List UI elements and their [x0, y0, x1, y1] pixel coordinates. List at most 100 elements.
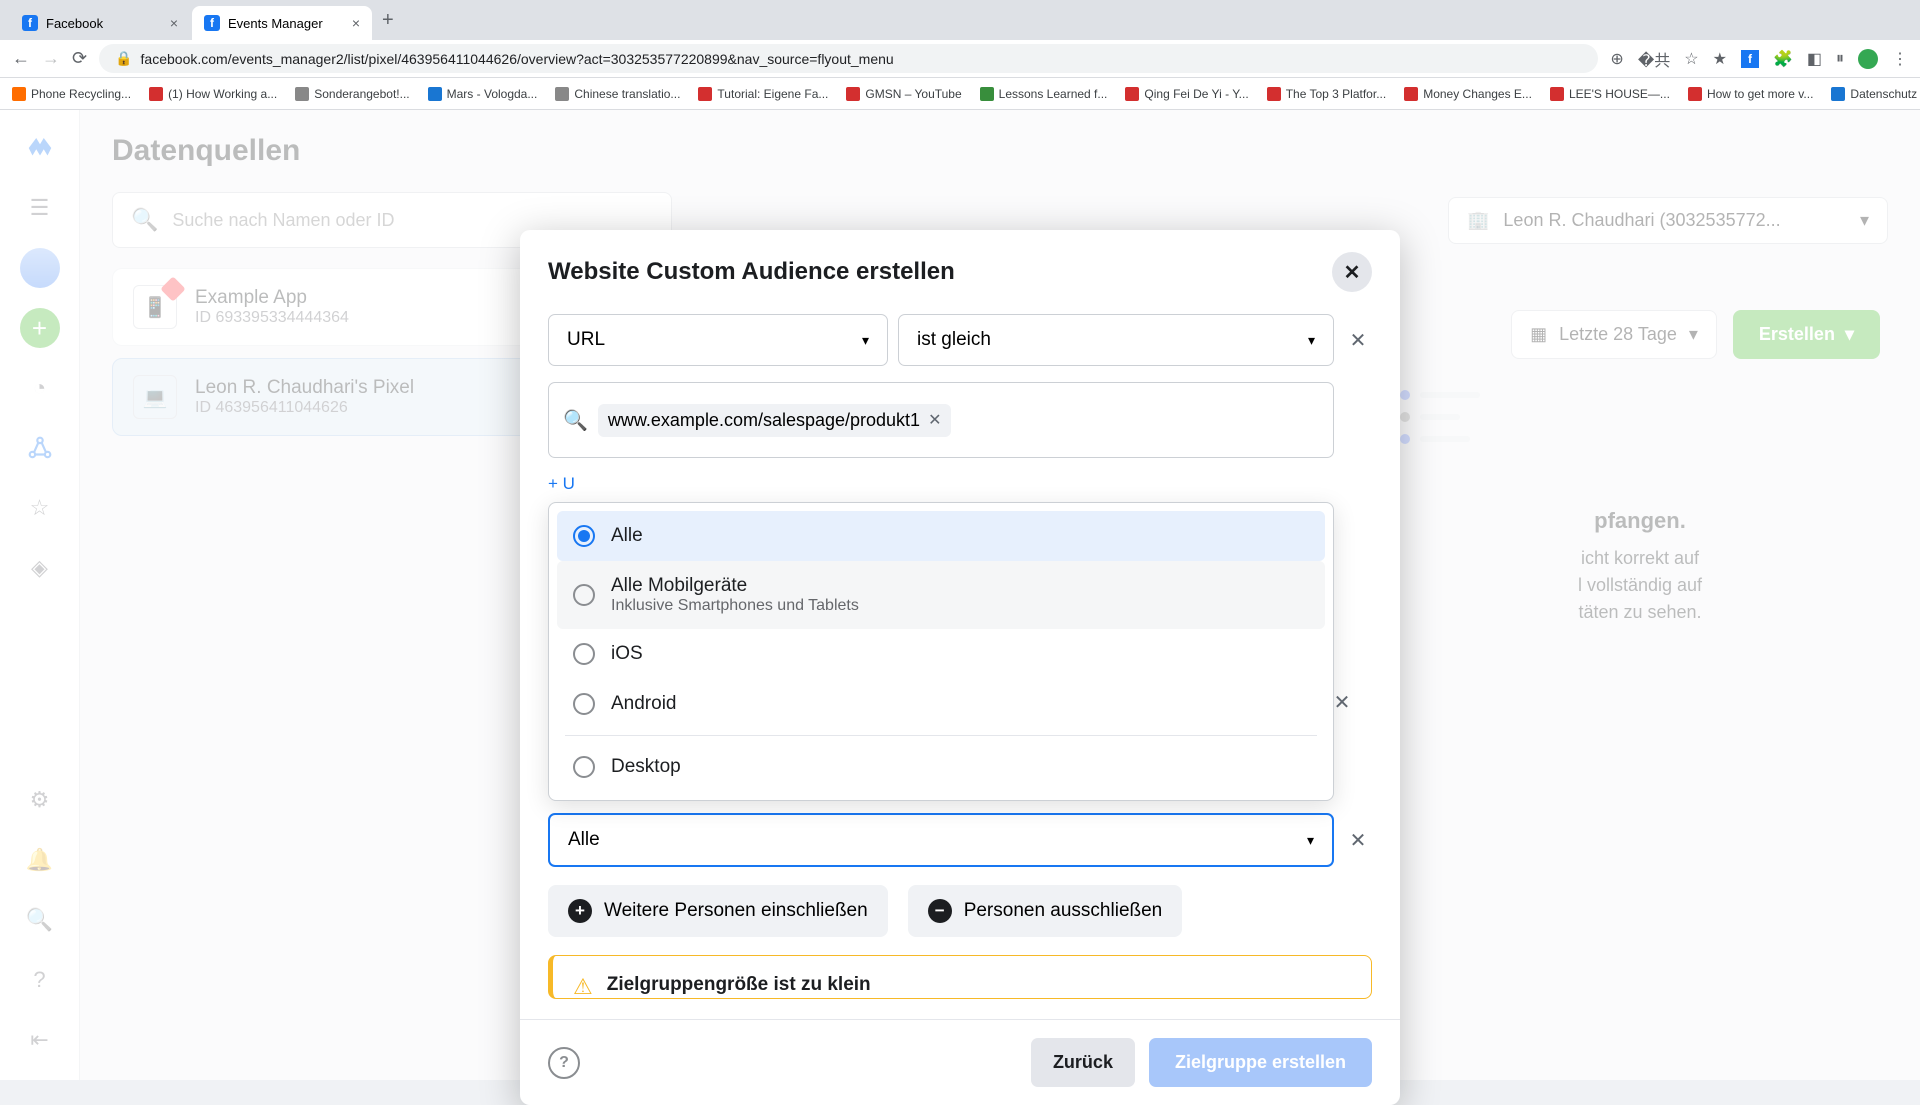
plus-circle-icon: +: [568, 899, 592, 923]
warning-card: ⚠ Zielgruppengröße ist zu klein: [548, 955, 1372, 999]
bookmark-item[interactable]: Chinese translatio...: [555, 87, 680, 101]
radio-icon: [573, 643, 595, 665]
bookmark-icon: [846, 87, 860, 101]
bookmark-item[interactable]: Money Changes E...: [1404, 87, 1532, 101]
custom-audience-modal: Website Custom Audience erstellen ✕ URL …: [520, 230, 1400, 1105]
modal-header: Website Custom Audience erstellen ✕: [520, 230, 1400, 314]
pill-label: Personen ausschließen: [964, 900, 1163, 922]
bookmark-item[interactable]: Lessons Learned f...: [980, 87, 1108, 101]
bookmark-item[interactable]: LEE'S HOUSE—...: [1550, 87, 1670, 101]
bookmark-icon: [980, 87, 994, 101]
tab-label: Events Manager: [228, 16, 323, 31]
match-operator-select[interactable]: ist gleich ▾: [898, 314, 1334, 366]
url-field-select[interactable]: URL ▾: [548, 314, 888, 366]
option-alle[interactable]: Alle: [557, 511, 1325, 561]
action-pills: + Weitere Personen einschließen − Person…: [548, 885, 1372, 937]
close-icon[interactable]: ×: [170, 15, 178, 31]
exclude-button[interactable]: − Personen ausschließen: [908, 885, 1183, 937]
radio-icon: [573, 525, 595, 547]
bookmark-item[interactable]: Tutorial: Eigene Fa...: [698, 87, 828, 101]
share-icon[interactable]: �共: [1638, 47, 1670, 71]
modal-body: URL ▾ ist gleich ▾ ✕ 🔍 www.example.com/s…: [520, 314, 1400, 1019]
close-icon[interactable]: ×: [352, 15, 360, 31]
bookmark-item[interactable]: Sonderangebot!...: [295, 87, 409, 101]
bookmark-item[interactable]: How to get more v...: [1688, 87, 1813, 101]
address-bar: ← → ⟳ 🔒 facebook.com/events_manager2/lis…: [0, 40, 1920, 78]
include-more-button[interactable]: + Weitere Personen einschließen: [548, 885, 888, 937]
option-android[interactable]: Android: [557, 679, 1325, 729]
tab-label: Facebook: [46, 16, 103, 31]
url-chip: www.example.com/salespage/produkt1 ✕: [598, 404, 952, 437]
minus-circle-icon: −: [928, 899, 952, 923]
option-label: Alle Mobilgeräte: [611, 575, 859, 597]
bookmark-item[interactable]: (1) How Working a...: [149, 87, 277, 101]
bookmark-item[interactable]: Mars - Vologda...: [428, 87, 538, 101]
pause-icon[interactable]: ⏸: [1836, 50, 1844, 68]
option-sublabel: Inklusive Smartphones und Tablets: [611, 597, 859, 615]
device-value: Alle: [568, 829, 600, 851]
tabs-bar: f Facebook × f Events Manager × +: [0, 0, 1920, 40]
bookmark-icon: [428, 87, 442, 101]
bookmark-label: LEE'S HOUSE—...: [1569, 87, 1670, 101]
option-ios[interactable]: iOS: [557, 629, 1325, 679]
remove-device-button[interactable]: ✕: [1344, 826, 1372, 854]
bookmark-item[interactable]: Phone Recycling...: [12, 87, 131, 101]
option-desktop[interactable]: Desktop: [557, 742, 1325, 792]
radio-icon: [573, 756, 595, 778]
chevron-down-icon: ▾: [862, 332, 869, 349]
facebook-icon[interactable]: f: [1741, 50, 1759, 68]
warning-title: Zielgruppengröße ist zu klein: [607, 974, 871, 996]
bookmark-icon: [1688, 87, 1702, 101]
address-icons: ⊕ �共 ☆ ★ f 🧩 ◧ ⏸ ⋮: [1610, 47, 1908, 71]
bookmark-label: Datenschutz – Re...: [1850, 87, 1920, 101]
bookmark-icon: [698, 87, 712, 101]
bookmark-icon: [1550, 87, 1564, 101]
tab-facebook[interactable]: f Facebook ×: [10, 6, 190, 40]
remove-section-button[interactable]: ✕: [1328, 688, 1356, 716]
chevron-down-icon: ▾: [1307, 832, 1314, 849]
add-filter-link[interactable]: + U: [548, 474, 1372, 494]
bookmark-label: Sonderangebot!...: [314, 87, 409, 101]
option-label: Android: [611, 693, 677, 715]
url-chip-input[interactable]: 🔍 www.example.com/salespage/produkt1 ✕: [548, 382, 1334, 458]
bookmark-item[interactable]: The Top 3 Platfor...: [1267, 87, 1387, 101]
back-icon[interactable]: ←: [12, 48, 30, 69]
bookmark-icon: [295, 87, 309, 101]
select-label: URL: [567, 329, 605, 351]
bookmark-icon: [149, 87, 163, 101]
tab-events-manager[interactable]: f Events Manager ×: [192, 6, 372, 40]
help-button[interactable]: ?: [548, 1047, 580, 1079]
chip-remove-icon[interactable]: ✕: [928, 410, 941, 430]
url-input[interactable]: 🔒 facebook.com/events_manager2/list/pixe…: [99, 44, 1598, 73]
rule-row: URL ▾ ist gleich ▾ ✕: [548, 314, 1372, 366]
bookmark-icon: [12, 87, 26, 101]
bookmark-label: Lessons Learned f...: [999, 87, 1108, 101]
puzzle-icon[interactable]: 🧩: [1773, 49, 1793, 69]
extension-icon[interactable]: ★: [1713, 49, 1727, 69]
group-icon[interactable]: ◧: [1807, 49, 1822, 69]
bookmark-item[interactable]: Datenschutz – Re...: [1831, 87, 1920, 101]
bookmark-item[interactable]: GMSN – YouTube: [846, 87, 961, 101]
bookmark-icon: [555, 87, 569, 101]
bookmark-label: (1) How Working a...: [168, 87, 277, 101]
bookmark-label: How to get more v...: [1707, 87, 1813, 101]
menu-icon[interactable]: ⋮: [1892, 49, 1908, 69]
star-icon[interactable]: ☆: [1684, 49, 1698, 69]
zoom-icon[interactable]: ⊕: [1610, 49, 1623, 69]
modal-title: Website Custom Audience erstellen: [548, 258, 955, 286]
remove-rule-button[interactable]: ✕: [1344, 326, 1372, 354]
reload-icon[interactable]: ⟳: [72, 48, 87, 69]
new-tab-button[interactable]: +: [374, 9, 402, 32]
select-label: ist gleich: [917, 329, 991, 351]
option-alle-mobilgeraete[interactable]: Alle Mobilgeräte Inklusive Smartphones u…: [557, 561, 1325, 629]
bookmark-item[interactable]: Qing Fei De Yi - Y...: [1125, 87, 1248, 101]
bookmark-icon: [1404, 87, 1418, 101]
option-label: Alle: [611, 525, 643, 547]
forward-icon[interactable]: →: [42, 48, 60, 69]
device-select[interactable]: Alle ▾: [548, 813, 1334, 867]
pill-label: Weitere Personen einschließen: [604, 900, 868, 922]
facebook-icon: f: [204, 15, 220, 31]
profile-icon[interactable]: [1858, 49, 1878, 69]
close-button[interactable]: ✕: [1332, 252, 1372, 292]
app: ☰ + ◔ ☆ ◈ ⚙ 🔔 🔍 ? ⇤ Datenquellen 🔍 🏢 Leo…: [0, 110, 1920, 1080]
